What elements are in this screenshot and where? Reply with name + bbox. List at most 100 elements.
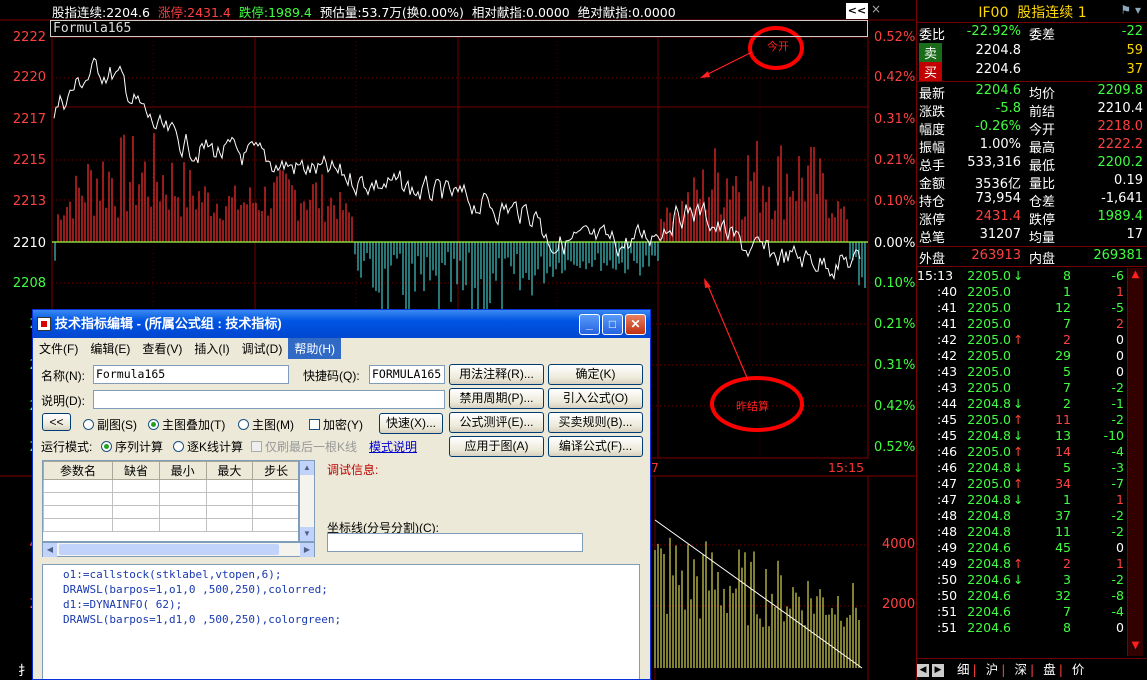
- annotate-button[interactable]: 用法注释(R)...: [449, 364, 544, 385]
- radio-main-chart[interactable]: 主图(M): [238, 416, 294, 433]
- param-table[interactable]: 参数名 缺省 最小 最大 步长: [42, 460, 299, 542]
- quote-row: 振幅 1.00% 最高 2222.2: [917, 137, 1145, 156]
- scroll-left-icon[interactable]: ◀: [43, 543, 57, 557]
- tab-0[interactable]: 细: [957, 659, 970, 678]
- tick-direction-icon: ↓: [1013, 396, 1024, 411]
- radio-main-overlay[interactable]: 主图叠加(T): [148, 416, 225, 433]
- percent-axis-label: 0.21%: [874, 317, 916, 332]
- percent-axis-label: 0.00%: [874, 236, 916, 251]
- coord-line-field[interactable]: [327, 533, 583, 552]
- formula-code-editor[interactable]: o1:=callstock(stklabel,vtopen,6); DRAWSL(…: [42, 564, 640, 679]
- outer-inner-row: 外盘 263913 内盘 269381: [917, 248, 1145, 267]
- tab-prev-icon[interactable]: ◀: [917, 664, 929, 677]
- tab-4[interactable]: 价: [1072, 659, 1085, 678]
- tick-volume: 13: [1055, 428, 1071, 443]
- encrypt-checkbox[interactable]: 加密(Y): [309, 416, 363, 433]
- apply-to-chart-button[interactable]: 应用于图(A): [449, 436, 544, 457]
- collapse-button[interactable]: <<: [42, 413, 71, 431]
- chart-nav-left-button[interactable]: <<: [846, 3, 868, 19]
- only-last-label: 仅刷最后一根K线: [265, 440, 358, 454]
- dialog-titlebar[interactable]: 技术指标编辑 - (所属公式组 : 技术指标) _ □ ✕: [33, 310, 650, 338]
- ok-button[interactable]: 确定(K): [548, 364, 643, 385]
- scroll-down-icon[interactable]: ▼: [1129, 640, 1142, 652]
- tab-1[interactable]: 沪: [986, 659, 999, 678]
- tab-next-icon[interactable]: ▶: [932, 664, 944, 677]
- stat-relative-contrib: 相对献指:0.0000: [471, 5, 570, 20]
- tick-row: :45 2204.8 ↓ 13 -10: [917, 428, 1147, 444]
- stat-limit-up: 涨停:2431.4: [157, 5, 231, 20]
- scroll-up-icon[interactable]: ▲: [300, 461, 314, 475]
- tick-price: 2204.8: [967, 524, 1011, 539]
- scroll-thumb[interactable]: [59, 544, 279, 555]
- divider: [917, 246, 1147, 247]
- row-value: -22.92%: [966, 24, 1021, 39]
- param-table-hscroll[interactable]: ◀ ▶: [42, 542, 315, 557]
- row-value: 3536亿: [974, 177, 1021, 192]
- maximize-icon[interactable]: □: [602, 314, 623, 335]
- panel-icons[interactable]: ⚑ ▾: [1120, 3, 1141, 17]
- tick-change: -2: [1111, 380, 1124, 395]
- menu-item[interactable]: 文件(F): [33, 338, 84, 359]
- tick-time: :46: [937, 460, 958, 475]
- quick-button[interactable]: 快速(X)...: [379, 413, 443, 434]
- quote-row: 幅度 -0.26% 今开 2218.0: [917, 119, 1145, 138]
- annotation-arrow-open: [701, 51, 753, 78]
- scroll-right-icon[interactable]: ▶: [300, 543, 314, 557]
- param-table-vscroll[interactable]: ▲ ▼: [299, 460, 315, 542]
- name-field[interactable]: Formula165: [93, 365, 289, 384]
- param-column-header: 缺省: [112, 461, 160, 480]
- tick-price: 2205.0: [967, 412, 1011, 427]
- menu-item[interactable]: 插入(I): [188, 338, 235, 359]
- tick-time: :48: [937, 524, 958, 539]
- mode-help-link[interactable]: 模式说明: [369, 438, 417, 455]
- tick-change: 2: [1116, 316, 1124, 331]
- tick-row: :49 2204.6 45 0: [917, 540, 1147, 556]
- run-icon: ⚑: [1120, 3, 1132, 17]
- description-field[interactable]: [93, 390, 445, 409]
- tab-2[interactable]: 深: [1014, 659, 1027, 678]
- tick-list[interactable]: 15:13 2205.0 ↓ 8 -6:40 2205.0 1 1:41 2205.0 12 -5:…: [917, 268, 1147, 658]
- compile-button[interactable]: 编译公式(F)...: [548, 436, 643, 457]
- trade-rule-button[interactable]: 买卖规则(B)...: [548, 412, 643, 433]
- tick-change: -3: [1111, 460, 1124, 475]
- scroll-up-icon[interactable]: ▲: [1129, 269, 1142, 281]
- menu-item[interactable]: 查看(V): [136, 338, 188, 359]
- tick-row: :49 2204.8 ↑ 2 1: [917, 556, 1147, 572]
- row-value: 2222.2: [1097, 137, 1144, 152]
- row-label: 总手: [919, 159, 946, 174]
- tab-separator: |: [972, 662, 977, 677]
- row-value: 73,954: [975, 191, 1022, 206]
- tick-direction-icon: ↑: [1013, 412, 1024, 427]
- menu-item[interactable]: 帮助(H): [288, 338, 341, 359]
- tick-change: 0: [1116, 620, 1124, 635]
- row-value: 2204.8: [975, 43, 1022, 58]
- tick-change: -2: [1111, 572, 1124, 587]
- tab-3[interactable]: 盘: [1043, 659, 1056, 678]
- percent-axis-label: 0.52%: [874, 440, 916, 455]
- tick-time: :42: [937, 332, 958, 347]
- radio-kline[interactable]: 逐K线计算: [173, 438, 243, 455]
- radio-main-overlay-label: 主图叠加(T): [162, 418, 226, 432]
- tick-volume: 1: [1063, 284, 1071, 299]
- shortcut-field[interactable]: FORMULA165: [369, 365, 445, 384]
- evaluate-button[interactable]: 公式测评(E)...: [449, 412, 544, 433]
- tick-time: :46: [937, 444, 958, 459]
- close-icon[interactable]: ✕: [625, 314, 646, 335]
- tick-price: 2205.0: [967, 380, 1011, 395]
- radio-sub-chart[interactable]: 副图(S): [83, 416, 137, 433]
- disable-period-button[interactable]: 禁用周期(P)...: [449, 388, 544, 409]
- tick-change: -7: [1111, 476, 1124, 491]
- tick-row: :48 2204.8 11 -2: [917, 524, 1147, 540]
- row-label: 均量: [1029, 231, 1056, 246]
- percent-axis-label: 0.31%: [874, 358, 916, 373]
- import-formula-button[interactable]: 引入公式(O): [548, 388, 643, 409]
- scroll-down-icon[interactable]: ▼: [300, 527, 314, 541]
- minimize-icon[interactable]: _: [579, 314, 600, 335]
- tick-time: :51: [937, 604, 958, 619]
- radio-serial[interactable]: 序列计算: [101, 438, 163, 455]
- tick-change: 1: [1116, 556, 1124, 571]
- chart-close-icon[interactable]: ×: [871, 2, 885, 18]
- tick-scrollbar[interactable]: ▲ ▼: [1127, 268, 1143, 656]
- menu-item[interactable]: 编辑(E): [84, 338, 136, 359]
- menu-item[interactable]: 调试(D): [236, 338, 289, 359]
